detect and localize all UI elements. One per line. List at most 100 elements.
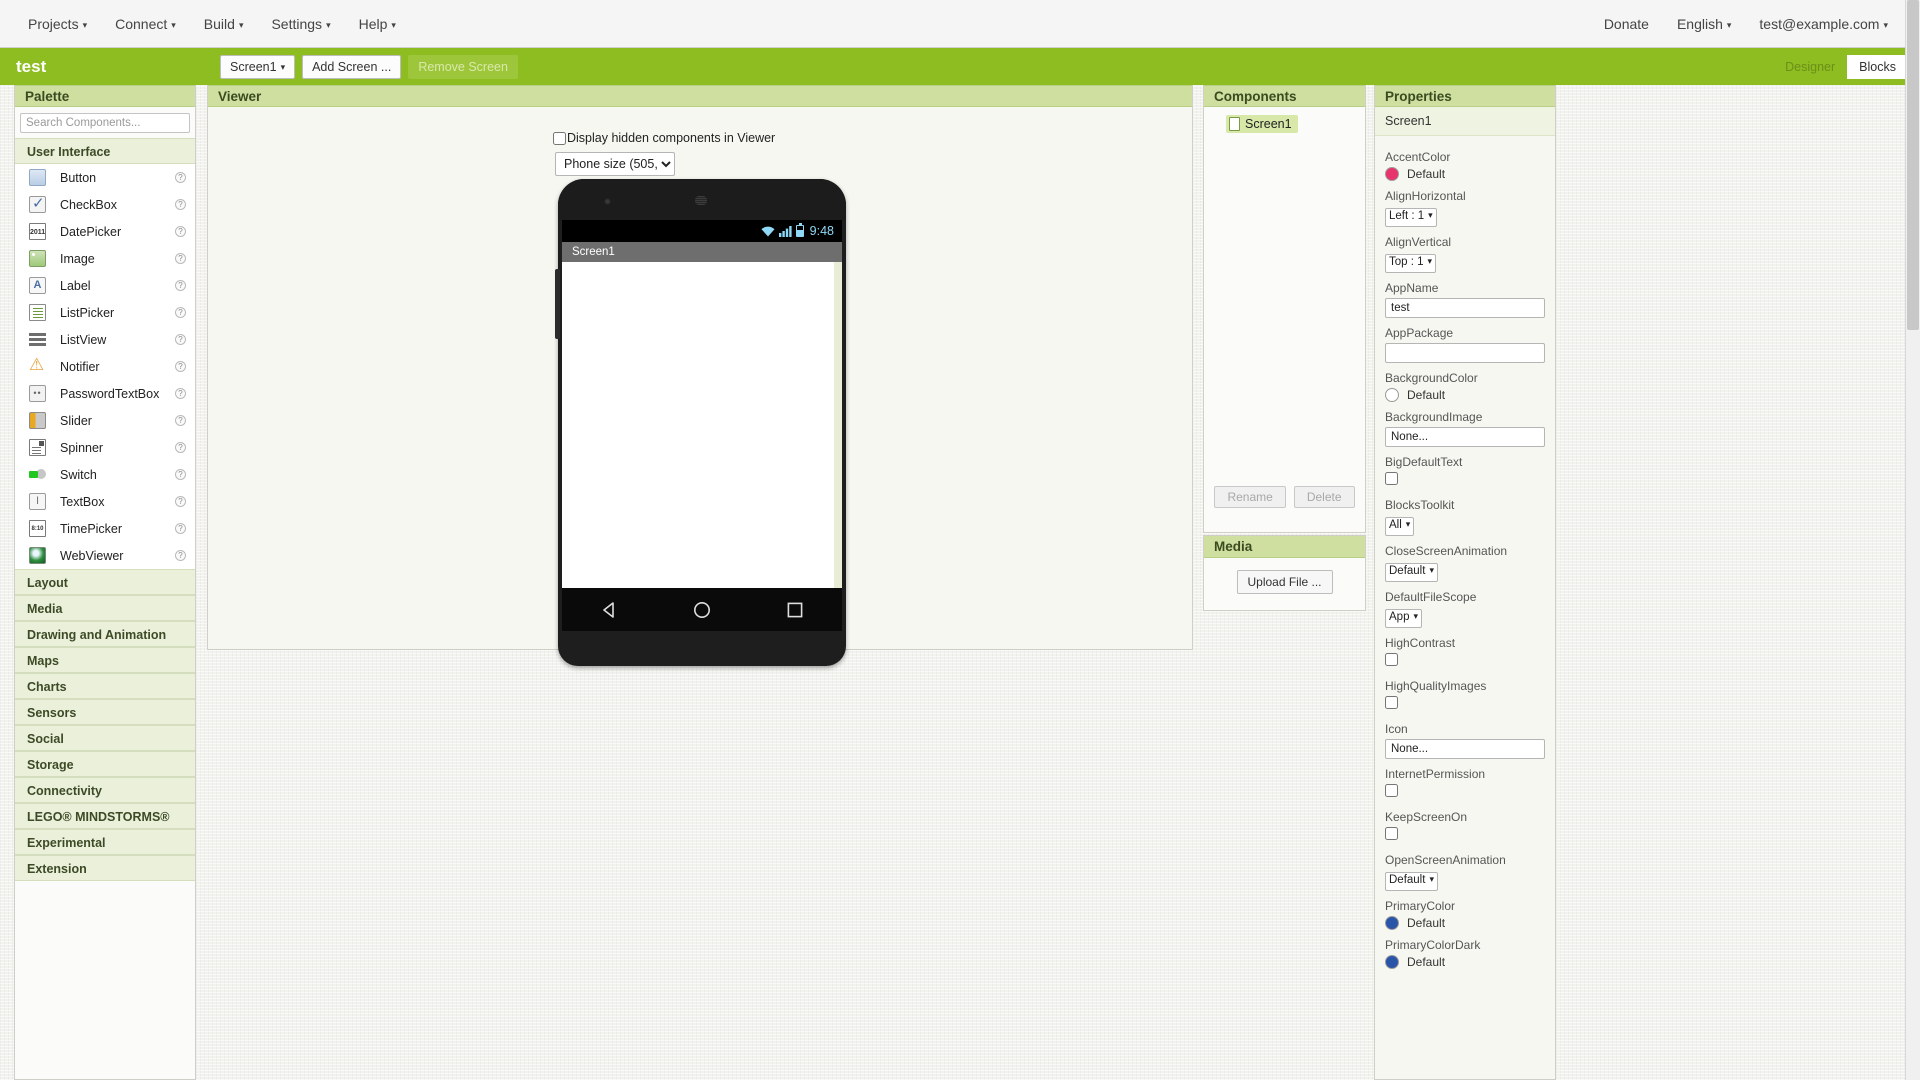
palette-category-connectivity[interactable]: Connectivity	[15, 777, 195, 803]
help-icon[interactable]: ?	[175, 388, 186, 399]
palette-item-datepicker[interactable]: 2011 DatePicker ?	[15, 218, 195, 245]
help-icon[interactable]: ?	[175, 415, 186, 426]
prop-keepscreenon-checkbox[interactable]	[1385, 827, 1398, 840]
menu-projects[interactable]: Projects ▾	[14, 10, 101, 38]
help-icon[interactable]: ?	[175, 226, 186, 237]
prop-openscreenanimation-select[interactable]: Default ▾	[1385, 872, 1438, 891]
prop-bigdefaulttext-checkbox[interactable]	[1385, 472, 1398, 485]
delete-button[interactable]: Delete	[1293, 486, 1355, 508]
prop-backgroundimage-input[interactable]	[1385, 427, 1545, 447]
screen-selector-button[interactable]: Screen1 ▾	[220, 54, 296, 79]
search-input[interactable]	[20, 113, 190, 133]
menu-settings[interactable]: Settings ▾	[257, 10, 344, 38]
palette-category-charts[interactable]: Charts	[15, 673, 195, 699]
prop-primarycolordark-picker[interactable]: Default	[1385, 955, 1545, 969]
help-icon[interactable]: ?	[175, 496, 186, 507]
palette-item-switch[interactable]: Switch ?	[15, 461, 195, 488]
palette-item-notifier[interactable]: Notifier ?	[15, 353, 195, 380]
help-icon[interactable]: ?	[175, 253, 186, 264]
component-tree-actions: Rename Delete	[1204, 486, 1365, 508]
help-icon[interactable]: ?	[175, 334, 186, 345]
palette-header: Palette	[15, 85, 195, 107]
tab-blocks[interactable]: Blocks	[1847, 54, 1908, 79]
menu-build[interactable]: Build ▾	[190, 10, 258, 38]
form-scrollbar[interactable]	[834, 262, 842, 588]
page-scrollbar[interactable]	[1905, 0, 1920, 1080]
palette-category-sensors[interactable]: Sensors	[15, 699, 195, 725]
donate-link[interactable]: Donate	[1590, 10, 1663, 38]
palette-item-passwordtextbox[interactable]: •• PasswordTextBox ?	[15, 380, 195, 407]
help-icon[interactable]: ?	[175, 361, 186, 372]
palette-category-lego-mindstorms[interactable]: LEGO® MINDSTORMS®	[15, 803, 195, 829]
components-header: Components	[1204, 85, 1365, 107]
prop-appname-input[interactable]	[1385, 298, 1545, 318]
prop-openscreenanimation-value: Default	[1389, 874, 1426, 886]
prop-highcontrast-checkbox[interactable]	[1385, 653, 1398, 666]
palette-category-drawing-and-animation[interactable]: Drawing and Animation	[15, 621, 195, 647]
palette-category-experimental[interactable]: Experimental	[15, 829, 195, 855]
help-icon[interactable]: ?	[175, 550, 186, 561]
phone-title-label: Screen1	[572, 246, 615, 258]
palette-category-maps[interactable]: Maps	[15, 647, 195, 673]
palette-category-storage[interactable]: Storage	[15, 751, 195, 777]
palette-category-social[interactable]: Social	[15, 725, 195, 751]
prop-highqualityimages-checkbox[interactable]	[1385, 696, 1398, 709]
phone-screen: 9:48 Screen1	[562, 220, 842, 588]
prop-blockstoolkit-select[interactable]: All ▾	[1385, 517, 1415, 536]
tree-item-screen1[interactable]: Screen1	[1226, 115, 1298, 133]
help-icon[interactable]: ?	[175, 469, 186, 480]
prop-defaultfilescope-select[interactable]: App ▾	[1385, 609, 1422, 628]
recents-icon[interactable]	[785, 600, 805, 620]
form-canvas[interactable]	[562, 262, 842, 588]
palette-item-listview[interactable]: ListView ?	[15, 326, 195, 353]
palette-item-spinner[interactable]: Spinner ?	[15, 434, 195, 461]
palette-item-listpicker[interactable]: ListPicker ?	[15, 299, 195, 326]
label-icon: A	[29, 277, 46, 294]
palette-item-label[interactable]: A Label ?	[15, 272, 195, 299]
prop-apppackage-input[interactable]	[1385, 343, 1545, 363]
palette-item-slider[interactable]: Slider ?	[15, 407, 195, 434]
prop-backgroundcolor-picker[interactable]: Default	[1385, 388, 1545, 402]
palette-item-checkbox[interactable]: CheckBox ?	[15, 191, 195, 218]
home-icon[interactable]	[692, 600, 712, 620]
palette-item-label: Notifier	[60, 359, 100, 374]
palette-item-textbox[interactable]: I TextBox ?	[15, 488, 195, 515]
add-screen-button[interactable]: Add Screen ...	[302, 54, 402, 79]
prop-accentcolor-picker[interactable]: Default	[1385, 167, 1545, 181]
help-icon[interactable]: ?	[175, 172, 186, 183]
help-icon[interactable]: ?	[175, 199, 186, 210]
display-hidden-components-checkbox[interactable]	[553, 131, 566, 145]
rename-button[interactable]: Rename	[1214, 486, 1286, 508]
prop-closescreenanimation-select[interactable]: Default ▾	[1385, 563, 1438, 582]
palette-item-label: Button	[60, 170, 97, 185]
prop-alignvertical-select[interactable]: Top : 1 ▾	[1385, 254, 1437, 273]
palette-item-webviewer[interactable]: WebViewer ?	[15, 542, 195, 569]
help-icon[interactable]: ?	[175, 307, 186, 318]
remove-screen-button[interactable]: Remove Screen	[408, 54, 518, 79]
prop-primarycolor-picker[interactable]: Default	[1385, 916, 1545, 930]
language-selector[interactable]: English ▾	[1663, 10, 1745, 38]
palette-category-user-interface[interactable]: User Interface	[15, 138, 195, 164]
prop-internetpermission-checkbox[interactable]	[1385, 784, 1398, 797]
upload-file-button[interactable]: Upload File ...	[1236, 570, 1333, 594]
back-icon[interactable]	[599, 600, 619, 620]
account-menu[interactable]: test@example.com ▾	[1745, 10, 1902, 38]
prop-label-primarycolor: PrimaryColor	[1385, 899, 1456, 913]
palette-item-image[interactable]: Image ?	[15, 245, 195, 272]
menu-connect[interactable]: Connect ▾	[101, 10, 190, 38]
palette-category-media[interactable]: Media	[15, 595, 195, 621]
prop-alignhorizontal-select[interactable]: Left : 1 ▾	[1385, 208, 1437, 227]
help-icon[interactable]: ?	[175, 280, 186, 291]
palette-category-extension[interactable]: Extension	[15, 855, 195, 881]
help-icon[interactable]: ?	[175, 523, 186, 534]
help-icon[interactable]: ?	[175, 442, 186, 453]
palette-category-layout[interactable]: Layout	[15, 569, 195, 595]
tab-designer[interactable]: Designer	[1773, 54, 1848, 79]
component-tree: Screen1	[1204, 107, 1365, 136]
palette-item-button[interactable]: Button ?	[15, 164, 195, 191]
palette-item-timepicker[interactable]: 8:10 TimePicker ?	[15, 515, 195, 542]
page-scrollbar-thumb[interactable]	[1907, 0, 1919, 330]
menu-help[interactable]: Help ▾	[345, 10, 410, 38]
viewer-size-select[interactable]: Phone size (505,320) Tablet size (675,48…	[555, 152, 675, 176]
prop-icon-input[interactable]	[1385, 739, 1545, 759]
